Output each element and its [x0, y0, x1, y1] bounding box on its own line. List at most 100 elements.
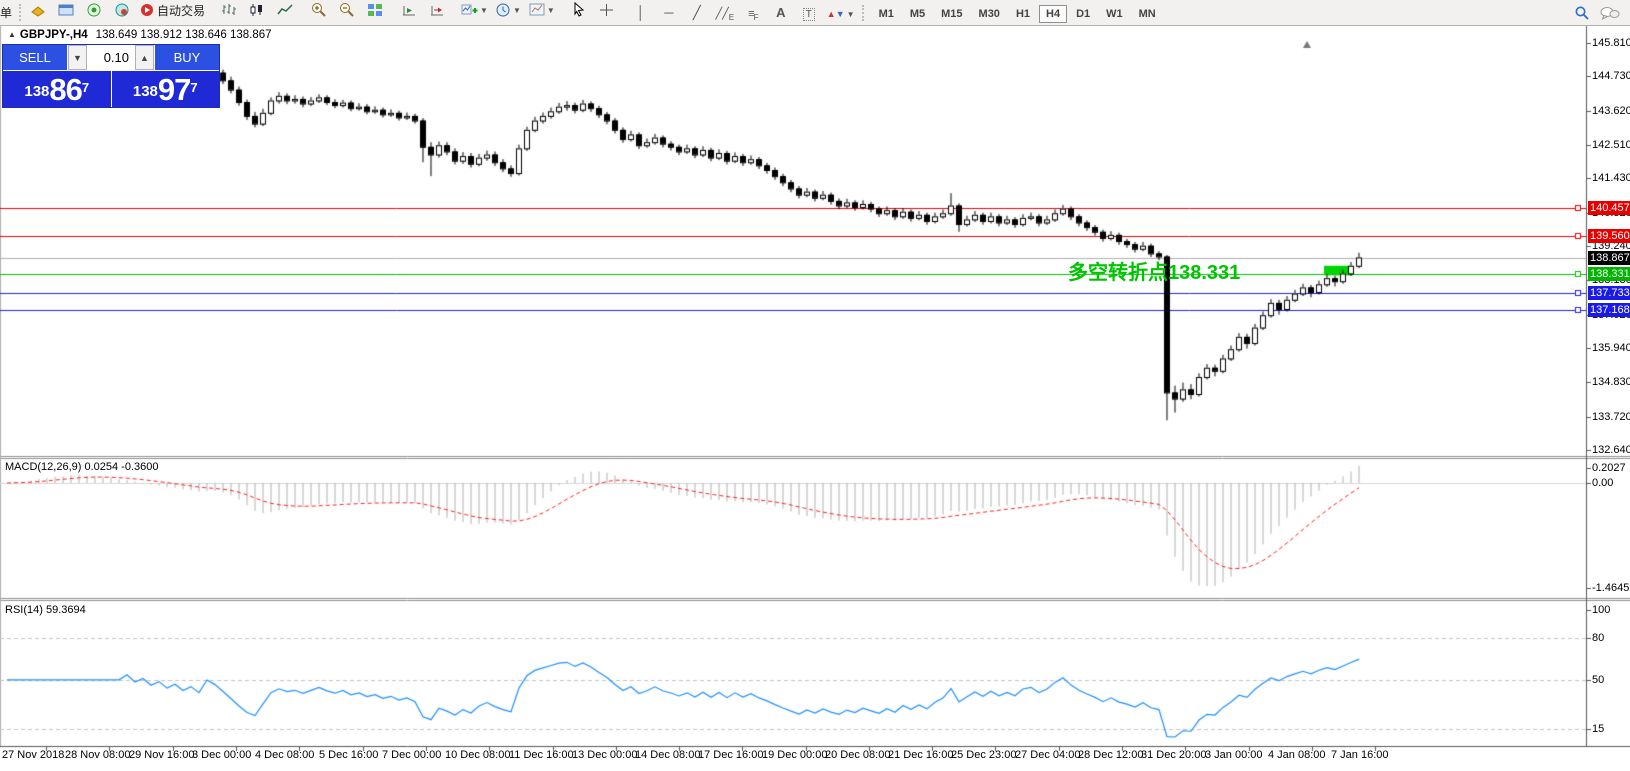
- candlestick-chart-icon[interactable]: [244, 0, 270, 21]
- ohlc-values: 138.649 138.912 138.646 138.867: [96, 29, 272, 41]
- time-axis-label: 20 Dec 08:00: [825, 749, 890, 761]
- time-axis-label: 14 Dec 08:00: [635, 749, 700, 761]
- toolbar-grip: [862, 5, 868, 21]
- tile-windows-icon[interactable]: [362, 0, 388, 21]
- turning-point-annotation: 多空转折点138.331: [1068, 256, 1240, 285]
- timeframe-mn-button[interactable]: MN: [1132, 5, 1163, 23]
- time-axis-label: 13 Dec 00:00: [572, 749, 637, 761]
- price-axis-label: 133.720: [1592, 411, 1630, 423]
- arrows-icon[interactable]: ▲▼▼: [824, 3, 858, 25]
- templates-icon[interactable]: ▼: [526, 0, 558, 21]
- buy-price-main: 138: [133, 79, 158, 105]
- time-axis-label: 27 Nov 2018: [2, 749, 64, 761]
- mt4-terminal: 单 自动交易▼▼▼│─╱╱╱E≡FAT▲▼▼ M1M5M15M30H1H4D1W…: [0, 0, 1630, 771]
- buy-price-point: 7: [190, 71, 197, 105]
- sell-price-pips: 86: [49, 75, 81, 105]
- chat-icon[interactable]: [1597, 2, 1623, 24]
- trendline-icon[interactable]: ╱: [684, 2, 710, 24]
- sell-price-display[interactable]: 138 86 7: [3, 71, 111, 107]
- vertical-line-icon[interactable]: │: [628, 2, 654, 24]
- timeframe-w1-button[interactable]: W1: [1099, 5, 1130, 23]
- chart-window-icon[interactable]: [53, 0, 79, 21]
- timeframe-h4-button[interactable]: H4: [1039, 5, 1067, 23]
- price-axis-label: 132.640: [1592, 444, 1630, 456]
- data-window-icon[interactable]: [81, 0, 107, 21]
- rsi-axis-label: 15: [1592, 723, 1604, 735]
- time-axis-label: 3 Jan 00:00: [1205, 749, 1263, 761]
- sell-price-main: 138: [24, 79, 49, 105]
- sell-button[interactable]: SELL: [3, 45, 67, 70]
- time-axis-label: 21 Dec 16:00: [888, 749, 953, 761]
- time-axis-label: 4 Dec 08:00: [255, 749, 314, 761]
- chart-shift-icon[interactable]: [424, 0, 450, 21]
- autotrading-button[interactable]: 自动交易: [137, 0, 208, 21]
- periods-icon[interactable]: ▼: [493, 0, 524, 21]
- toolbar-groups: 自动交易▼▼▼│─╱╱╱E≡FAT▲▼▼: [16, 0, 859, 26]
- time-axis-label: 7 Jan 16:00: [1331, 749, 1389, 761]
- time-axis-label: 29 Nov 16:00: [129, 749, 194, 761]
- time-axis-label: 25 Dec 23:00: [951, 749, 1016, 761]
- price-axis-label: 141.430: [1592, 172, 1630, 184]
- text-label-icon[interactable]: T: [796, 4, 822, 26]
- buy-price-display[interactable]: 138 97 7: [112, 71, 220, 107]
- price-tag: 138.867: [1588, 251, 1630, 265]
- macd-axis-label: 0.00: [1592, 477, 1613, 489]
- macd-indicator-label: MACD(12,26,9) 0.0254 -0.3600: [5, 461, 158, 473]
- zoom-in-icon[interactable]: [306, 0, 332, 21]
- timeframe-d1-button[interactable]: D1: [1069, 5, 1097, 23]
- price-tag: 138.331: [1588, 267, 1630, 281]
- time-axis-label: 5 Dec 16:00: [319, 749, 378, 761]
- cursor-icon[interactable]: [566, 0, 592, 21]
- time-axis-label: 27 Dec 04:00: [1015, 749, 1080, 761]
- buy-price-pips: 97: [158, 75, 190, 105]
- search-icon[interactable]: [1569, 2, 1595, 24]
- text-icon[interactable]: A: [768, 2, 794, 24]
- indicators-icon[interactable]: ▼: [458, 0, 491, 21]
- one-click-trading-panel: SELL ▼ ▲ BUY 138 86 7 138 97 7: [2, 44, 220, 108]
- horizontal-line-icon[interactable]: ─: [656, 2, 682, 24]
- rsi-axis-label: 50: [1592, 674, 1604, 686]
- price-tag: 139.560: [1588, 229, 1630, 243]
- zoom-out-icon[interactable]: [334, 0, 360, 21]
- time-axis-label: 4 Jan 08:00: [1268, 749, 1326, 761]
- auto-scroll-icon[interactable]: [396, 0, 422, 21]
- collapse-panel-icon[interactable]: ▲: [8, 30, 16, 39]
- equidistant-channel-icon[interactable]: ╱╱E: [712, 4, 738, 26]
- price-axis-label: 143.620: [1592, 105, 1630, 117]
- bar-chart-icon[interactable]: [216, 0, 242, 21]
- toolbar-right: [1568, 2, 1624, 24]
- time-axis-label: 17 Dec 16:00: [698, 749, 763, 761]
- line-chart-icon[interactable]: [272, 0, 298, 21]
- price-tag: 137.168: [1588, 303, 1630, 317]
- timeframe-toolbar: M1M5M15M30H1H4D1W1MN: [871, 4, 1164, 22]
- volume-decrease-button[interactable]: ▼: [68, 45, 87, 70]
- price-tag: 137.733: [1588, 286, 1630, 300]
- rsi-axis-label: 80: [1592, 632, 1604, 644]
- time-axis-label: 7 Dec 00:00: [382, 749, 441, 761]
- fibonacci-icon[interactable]: ≡F: [740, 4, 766, 26]
- crosshair-icon[interactable]: [594, 0, 620, 21]
- time-axis-label: 28 Nov 08:00: [65, 749, 130, 761]
- timeframe-m30-button[interactable]: M30: [972, 5, 1007, 23]
- time-axis-label: 31 Dec 20:00: [1141, 749, 1206, 761]
- sell-price-point: 7: [82, 71, 89, 105]
- macd-axis-label: -1.4645: [1592, 582, 1629, 594]
- volume-increase-button[interactable]: ▲: [135, 45, 154, 70]
- timeframe-m1-button[interactable]: M1: [872, 5, 901, 23]
- time-axis-label: 28 Dec 12:00: [1078, 749, 1143, 761]
- timeframe-m5-button[interactable]: M5: [903, 5, 932, 23]
- toolbar-grip: [19, 4, 21, 21]
- price-axis-label: 145.810: [1592, 37, 1630, 49]
- price-tag: 140.457: [1588, 201, 1630, 215]
- rsi-axis-label: 100: [1592, 604, 1610, 616]
- timeframe-h1-button[interactable]: H1: [1009, 5, 1037, 23]
- timeframe-m15-button[interactable]: M15: [934, 5, 969, 23]
- macd-axis-label: 0.2027: [1592, 462, 1626, 474]
- buy-button[interactable]: BUY: [155, 45, 219, 70]
- market-watch-icon[interactable]: [109, 0, 135, 21]
- price-chart-canvas[interactable]: [0, 0, 1630, 771]
- price-axis-label: 134.830: [1592, 376, 1630, 388]
- new-order-icon[interactable]: [25, 0, 51, 21]
- volume-input[interactable]: [87, 45, 135, 70]
- volume-control: ▼ ▲: [67, 45, 155, 70]
